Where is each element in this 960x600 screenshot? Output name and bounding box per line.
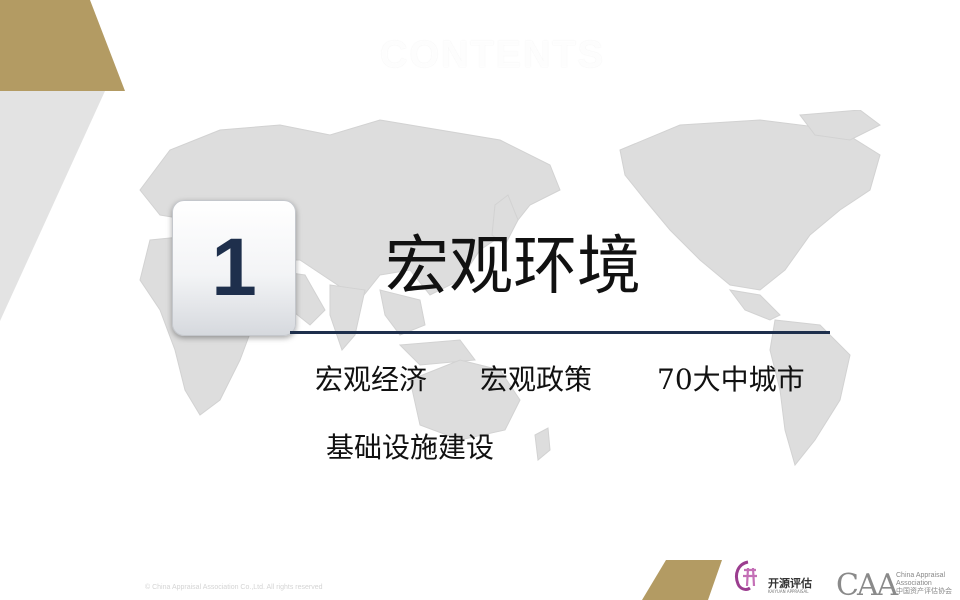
- caa-line-1: China Appraisal: [896, 572, 946, 579]
- slide: CONTENTS 1 宏观环境 宏观经济 宏观政策 70大中城市 基础设施建设 …: [0, 0, 960, 600]
- gold-parallelogram-top: [0, 0, 125, 91]
- title-underline: [290, 331, 830, 334]
- caa-line-3: 中国资产评估协会: [896, 588, 952, 595]
- topic-macro-economy: 宏观经济: [315, 363, 428, 396]
- kaiyuan-subtitle: KAIYUAN APPRAISAL: [768, 589, 809, 594]
- kaiyuan-logo-icon: [734, 560, 757, 591]
- copyright-text: © China Appraisal Association Co.,Ltd. A…: [145, 584, 323, 591]
- kaiyuan-logo: 开源评估 KAIYUAN APPRAISAL: [730, 558, 818, 598]
- section-number: 1: [211, 222, 257, 313]
- topic-70-cities: 70大中城市: [657, 363, 805, 396]
- gold-parallelogram-bottom: [642, 560, 722, 600]
- caa-org-name: China Appraisal Association 中国资产评估协会: [896, 572, 952, 596]
- caa-logo: CAA China Appraisal Association 中国资产评估协会: [836, 568, 958, 600]
- section-title: 宏观环境: [385, 230, 641, 304]
- caa-logo-icon: CAA: [836, 568, 898, 600]
- header-watermark: CONTENTS: [380, 34, 605, 76]
- topic-macro-policy: 宏观政策: [480, 363, 593, 396]
- caa-line-2: Association: [896, 580, 932, 587]
- section-number-badge: 1: [172, 200, 296, 336]
- topic-infrastructure: 基础设施建设: [326, 431, 495, 464]
